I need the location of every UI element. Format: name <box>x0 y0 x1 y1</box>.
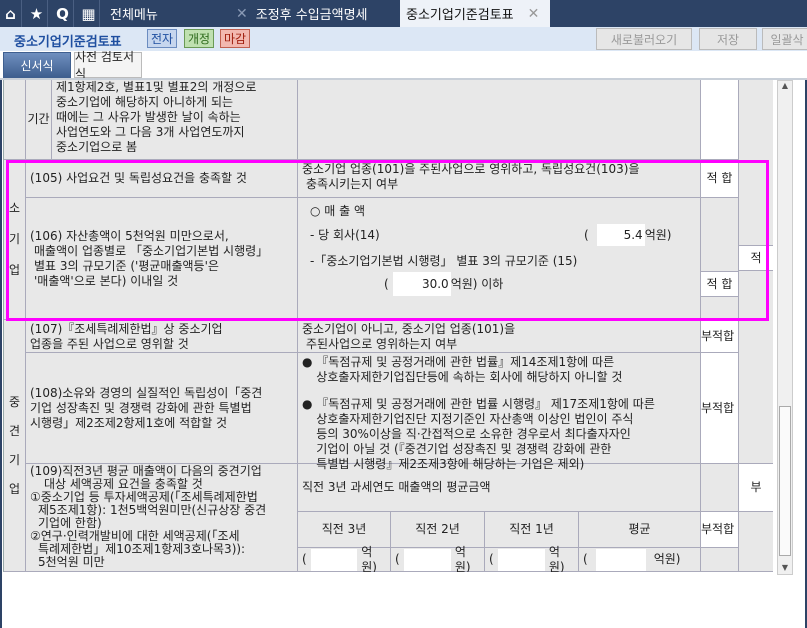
header-average: 평균 <box>579 512 701 548</box>
desc-108: ● 『독점규제 및 공정거래에 관한 법률』제14조제1항에 따른 상호출자제한기… <box>298 353 701 471</box>
bulk-delete-button[interactable]: 일괄삭 <box>762 28 807 50</box>
review-table: 기간 제1항제2호, 별표1및 별표2의 개정으로 중소기업에 해당하지 아니하게… <box>3 80 773 572</box>
badge-revised[interactable]: 개정 <box>184 29 215 48</box>
text-line: (108)소유와 경영의 실질적인 독립성이「중견 <box>30 385 263 400</box>
result-cell <box>701 464 739 512</box>
badge-closed[interactable]: 마감 <box>220 29 251 48</box>
tab-label: 중소기업기준검토표 <box>406 8 514 23</box>
result-cell <box>701 548 739 572</box>
text-line: 사업연도와 그 다음 3개 사업연도까지 <box>56 125 245 139</box>
amount-1y: (억원) <box>485 544 579 573</box>
text-line: 『독점규제 및 공정거래에 관한 법률』제14조제1항에 따른 <box>316 355 615 369</box>
text-line: 5천억원 미만 <box>38 555 105 569</box>
result-cell <box>701 80 739 160</box>
result-108: 부적합 <box>701 353 739 464</box>
tab-all-menu[interactable]: 전체메뉴 <box>104 0 224 27</box>
top-row-text: 제1항제2호, 별표1및 별표2의 개정으로 중소기업에 해당하지 아니하게 되는… <box>52 80 298 160</box>
final-cell <box>739 512 773 572</box>
text-line: 제1항제2호, 별표1및 별표2의 개정으로 <box>56 80 257 94</box>
text-line: 기업 성장촉진 및 경쟁력 강화에 관한 특별법 <box>30 400 252 415</box>
text-line: (107)『조세특례제한법』상 중소기업 <box>30 322 223 336</box>
badge-electronic[interactable]: 전자 <box>147 29 178 48</box>
result-107: 부적합 <box>701 320 739 353</box>
unit-label: 억원) <box>653 552 681 566</box>
final-mid: 부 <box>739 464 773 512</box>
text-line: 때에는 그 사유가 발생한 날이 속하는 <box>56 110 241 124</box>
text-line: 『독점규제 및 공정거래에 관한 법률 시행령』 제17조제1항에 따른 <box>316 397 655 411</box>
close-icon[interactable]: ✕ <box>528 6 540 22</box>
text-line: 시행령」제2조제2항제1호에 적합할 것 <box>30 415 228 430</box>
window-border-left <box>0 80 2 628</box>
tab-revenue[interactable]: ✕ 조정후 수입금액명세 <box>230 0 400 27</box>
text-line: 상호출자제한기업진단 지정기준인 자산총액 이상인 법인이 주식 <box>316 412 634 426</box>
text-line: 중소기업에 해당하지 아니하게 되는 <box>56 95 234 109</box>
tab-sme-review[interactable]: 중소기업기준검토표 ✕ <box>400 0 550 27</box>
subtab-new-form[interactable]: 신서식 <box>3 52 71 78</box>
amount-2y-field[interactable] <box>403 548 451 571</box>
header-2y: 직전 2년 <box>391 512 485 548</box>
text-line: 중소기업으로 봄 <box>56 140 138 154</box>
text-line: 중소기업이 아니고, 중소기업 업종(101)을 <box>302 322 516 336</box>
amount-2y: (억원) <box>391 544 485 573</box>
subtab-pre-review[interactable]: 사전 검토서식 <box>74 50 142 81</box>
home-icon[interactable]: ⌂ <box>0 0 22 27</box>
desc-107: 중소기업이 아니고, 중소기업 업종(101)을 주된사업으로 영위하는지 여부 <box>298 320 701 353</box>
star-icon[interactable]: ★ <box>26 0 48 27</box>
header-1y: 직전 1년 <box>485 512 579 548</box>
text-line: 주된사업으로 영위하는지 여부 <box>306 337 458 351</box>
item-107: (107)『조세특례제한법』상 중소기업 업종을 주된 사업으로 영위할 것 <box>26 320 298 353</box>
header-3y: 직전 3년 <box>298 512 391 548</box>
unit-label: 억원) <box>548 544 565 573</box>
period-label: 기간 <box>26 80 52 160</box>
item-109: (109)직전3년 평균 매출액이 다음의 중견기업 대상 세액공제 요건을 충족… <box>26 464 298 572</box>
amount-1y-field[interactable] <box>497 548 545 571</box>
amount-average-field[interactable] <box>595 548 646 571</box>
amount-average: (억원) <box>579 548 701 572</box>
item-108: (108)소유와 경영의 실질적인 독립성이「중견 기업 성장촉진 및 경쟁력 강… <box>26 353 298 464</box>
scroll-down-icon[interactable]: ▼ <box>778 563 792 572</box>
category-cell <box>4 80 26 160</box>
result-109: 부적합 <box>701 512 739 548</box>
text-line: 업종을 주된 사업으로 영위할 것 <box>30 337 189 351</box>
bullet-icon: ● <box>302 355 317 369</box>
text-line: 기업이 아닐 것 (『중견기업 성장촉진 및 경쟁력 강화에 관한 <box>316 442 612 456</box>
tab-bar: ⌂ ★ Q ▦ 전체메뉴 ✕ 조정후 수입금액명세 중소기업기준검토표 ✕ <box>0 0 807 27</box>
desc-cell <box>298 80 701 160</box>
vertical-scrollbar[interactable]: ▲ ▼ <box>777 80 793 575</box>
text-line: 상호출자제한기업집단등에 속하는 회사에 해당하지 아니할 것 <box>316 370 623 384</box>
search-q-icon[interactable]: Q <box>52 0 74 27</box>
highlight-box <box>6 160 769 321</box>
text-line: 등의 30%이상을 직·간접적으로 소유한 경우로서 최다출자자인 <box>316 427 631 441</box>
desc-109: 직전 3년 과세연도 매출액의 평균금액 <box>298 464 701 512</box>
bullet-icon: ● <box>302 397 317 411</box>
reload-button[interactable]: 새로불러오기 <box>596 28 692 50</box>
close-icon[interactable]: ✕ <box>236 6 248 22</box>
unit-label: 억원) <box>454 544 471 573</box>
tab-label: 전체메뉴 <box>110 8 158 23</box>
grid-menu-icon[interactable]: ▦ <box>78 0 100 27</box>
amount-3y-field[interactable] <box>310 548 358 571</box>
scroll-thumb[interactable] <box>779 406 791 556</box>
scroll-up-icon[interactable]: ▲ <box>778 81 792 90</box>
unit-label: 억원) <box>361 544 377 573</box>
tab-label: 조정후 수입금액명세 <box>255 8 368 23</box>
category-mid: 중견기업 <box>4 320 26 572</box>
save-button[interactable]: 저장 <box>699 28 757 50</box>
amount-3y: (억원) <box>298 544 391 573</box>
